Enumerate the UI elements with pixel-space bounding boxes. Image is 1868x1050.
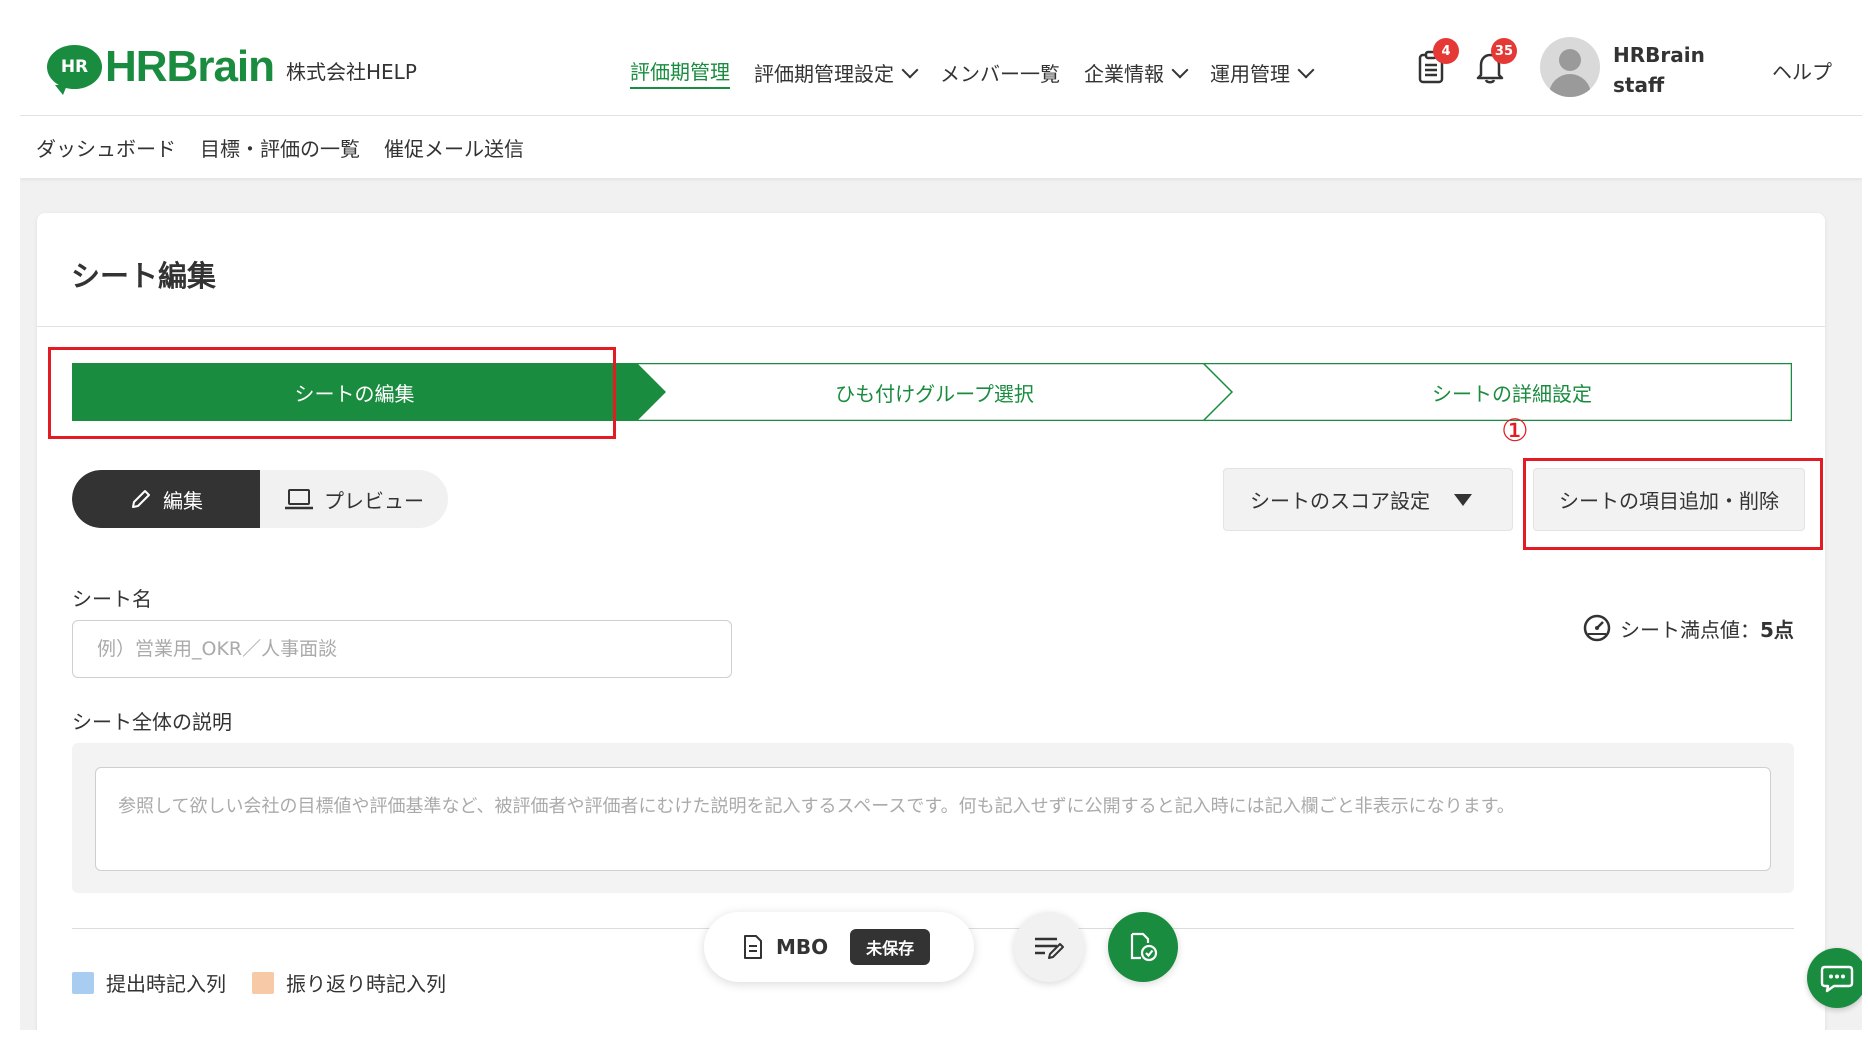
highlight-box-step [48,347,616,439]
highlight-box-button [1523,458,1823,550]
nav-operations[interactable]: 運用管理 [1210,56,1315,89]
subnav-goal-list[interactable]: 目標・評価の一覧 [200,133,360,162]
max-score-value: 5点 [1760,617,1794,642]
task-badge: 4 [1433,38,1459,64]
score-setting-label: シートのスコア設定 [1250,489,1430,513]
nav-evaluation-period[interactable]: 評価期管理 [630,56,730,89]
logo-text: HRBrain [105,42,275,91]
nav-label: 運用管理 [1210,62,1290,86]
mode-toggle: 編集 プレビュー [72,470,448,528]
chat-support-button[interactable] [1807,948,1862,1008]
step-group-select[interactable]: ひも付けグループ選択 [666,363,1203,421]
preview-mode-label: プレビュー [324,488,424,513]
legend-swatch-review [252,971,274,994]
nav-members[interactable]: メンバー一覧 [940,56,1060,89]
sub-nav: ダッシュボード 目標・評価の一覧 催促メール送信 [20,116,1862,178]
divider [37,326,1825,327]
chevron-down-icon [1171,61,1189,78]
edit-mode-label: 編集 [163,488,203,513]
max-score-label: シート満点値： [1620,617,1760,642]
notifications-button[interactable]: 35 [1475,38,1517,84]
column-legend: 提出時記入列 振り返り時記入列 [72,968,446,997]
avatar[interactable] [1540,37,1600,97]
task-list-button[interactable]: 4 [1417,38,1459,84]
nav-label: 評価期管理設定 [754,62,894,86]
sheet-edit-card: シート編集 シートの編集 ひも付けグループ選択 シートの詳細設定 ① 編集 プレ… [37,213,1825,1030]
user-role: staff [1613,73,1665,97]
unsaved-badge: 未保存 [850,929,931,965]
save-button[interactable] [1108,912,1178,982]
help-link[interactable]: ヘルプ [1772,56,1832,85]
legend-review-label: 振り返り時記入列 [286,972,446,996]
sheet-type: MBO [776,935,829,959]
nav-label: 評価期管理 [630,60,730,84]
sheet-status-pill: MBO 未保存 [704,912,974,982]
nav-evaluation-settings[interactable]: 評価期管理設定 [754,56,919,89]
chevron-down-icon [901,61,919,78]
nav-label: 企業情報 [1084,62,1164,86]
header: HR HRBrain 株式会社HELP 評価期管理 評価期管理設定 メンバー一覧… [20,0,1862,116]
max-score: シート満点値： 5点 [1582,613,1794,643]
main-nav: 評価期管理 評価期管理設定 メンバー一覧 企業情報 運用管理 [630,56,1336,89]
annotation-number: ① [1501,413,1529,449]
caret-down-icon [1454,494,1472,506]
subnav-dashboard[interactable]: ダッシュボード [36,133,176,162]
edit-mode-button[interactable]: 編集 [72,470,260,528]
preview-mode-button[interactable]: プレビュー [260,470,448,528]
pencil-icon [132,490,150,508]
sheet-name-label: シート名 [72,587,152,611]
edit-list-button[interactable] [1014,912,1084,982]
company-name: 株式会社HELP [286,60,417,84]
description-container [72,743,1794,893]
subnav-reminder-mail[interactable]: 催促メール送信 [384,133,524,162]
nav-label: メンバー一覧 [940,62,1060,86]
user-name: HRBrain [1613,43,1705,67]
laptop-icon [285,489,313,510]
chat-icon [1820,965,1854,993]
user-menu[interactable]: HRBrain staff [1613,40,1705,100]
chevron-down-icon [1297,61,1315,78]
gauge-icon [1583,614,1611,642]
notification-badge: 35 [1490,38,1517,64]
description-label: シート全体の説明 [72,710,232,734]
description-textarea[interactable] [95,767,1771,871]
document-icon [744,935,762,959]
page-title: シート編集 [71,259,217,293]
logo-badge: HR [47,45,102,95]
nav-company-info[interactable]: 企業情報 [1084,56,1189,89]
sheet-name-input[interactable] [72,620,732,678]
score-setting-button[interactable]: シートのスコア設定 [1223,468,1513,531]
app-window: HR HRBrain 株式会社HELP 評価期管理 評価期管理設定 メンバー一覧… [20,0,1862,1030]
legend-submit-label: 提出時記入列 [106,972,226,996]
hrbrain-logo[interactable]: HR HRBrain [47,42,275,95]
list-edit-icon [1035,937,1064,959]
legend-swatch-submit [72,971,94,994]
document-check-icon [1130,932,1158,962]
